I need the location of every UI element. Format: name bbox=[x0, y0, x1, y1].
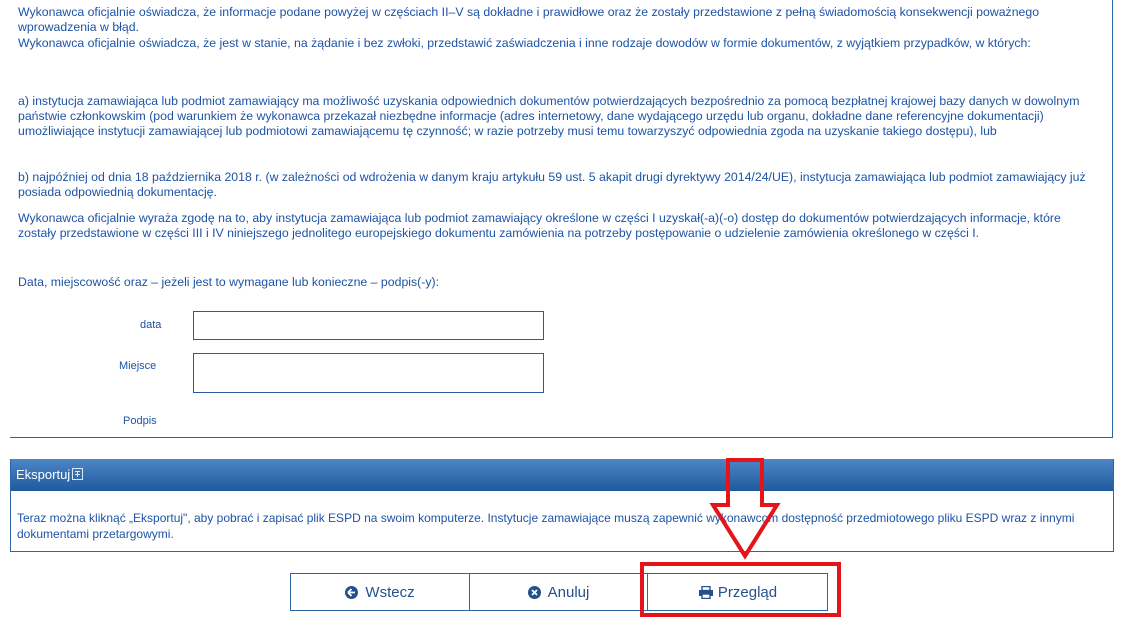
annotation-arrow bbox=[709, 458, 781, 560]
